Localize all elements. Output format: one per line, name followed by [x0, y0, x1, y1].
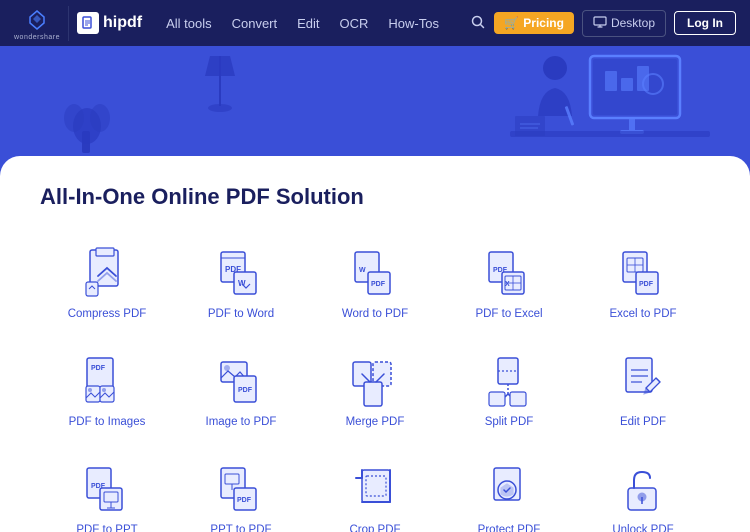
- pdf-to-excel-icon: PDF X: [482, 246, 536, 300]
- edit-pdf-icon: [616, 354, 670, 408]
- word-to-pdf-icon: W PDF: [348, 246, 402, 300]
- nav-how-tos[interactable]: How-Tos: [388, 16, 439, 31]
- nav-right: 🛒 Pricing Desktop Log In: [470, 10, 736, 37]
- svg-text:W: W: [359, 267, 366, 274]
- unlock-pdf-icon: [616, 462, 670, 516]
- tool-edit-pdf[interactable]: Edit PDF: [576, 342, 710, 440]
- desktop-label: Desktop: [611, 16, 655, 30]
- svg-text:PDF: PDF: [639, 281, 654, 288]
- tool-crop-pdf[interactable]: Crop PDF: [308, 450, 442, 532]
- protect-pdf-icon: [482, 462, 536, 516]
- svg-text:PDF: PDF: [371, 281, 386, 288]
- tool-split-pdf[interactable]: Split PDF: [442, 342, 576, 440]
- tool-unlock-pdf[interactable]: Unlock PDF: [576, 450, 710, 532]
- main-content: All-In-One Online PDF Solution Compress …: [0, 156, 750, 532]
- pricing-label: Pricing: [523, 16, 564, 30]
- pdf-to-excel-label: PDF to Excel: [475, 308, 542, 320]
- wondershare-logo[interactable]: wondershare: [14, 6, 69, 41]
- image-to-pdf-icon: PDF: [214, 354, 268, 408]
- split-pdf-label: Split PDF: [485, 416, 534, 428]
- plant-decoration: [60, 76, 115, 156]
- tool-protect-pdf[interactable]: Protect PDF: [442, 450, 576, 532]
- tool-ppt-to-pdf[interactable]: PDF PPT to PDF: [174, 450, 308, 532]
- nav-links: All tools Convert Edit OCR How-Tos: [166, 16, 470, 31]
- nav-ocr[interactable]: OCR: [340, 16, 369, 31]
- tool-excel-to-pdf[interactable]: PDF Excel to PDF: [576, 234, 710, 332]
- hipdf-text: hipdf: [103, 14, 142, 32]
- cart-icon: 🛒: [504, 16, 519, 30]
- pdf-to-ppt-icon: PDF: [80, 462, 134, 516]
- pdf-to-word-label: PDF to Word: [208, 308, 274, 320]
- ppt-to-pdf-icon: PDF: [214, 462, 268, 516]
- pdf-to-ppt-label: PDF to PPT: [76, 524, 137, 532]
- pdf-to-images-icon: PDF: [80, 354, 134, 408]
- lamp-decoration: [200, 56, 240, 116]
- nav-edit[interactable]: Edit: [297, 16, 319, 31]
- tools-grid: Compress PDF PDF W PDF to Word W PDF Wor…: [40, 234, 710, 532]
- image-to-pdf-label: Image to PDF: [206, 416, 277, 428]
- tool-pdf-to-word[interactable]: PDF W PDF to Word: [174, 234, 308, 332]
- word-to-pdf-label: Word to PDF: [342, 308, 408, 320]
- tool-word-to-pdf[interactable]: W PDF Word to PDF: [308, 234, 442, 332]
- desk-decoration: [450, 46, 730, 156]
- pricing-button[interactable]: 🛒 Pricing: [494, 12, 574, 34]
- navbar: wondershare hipdf All tools Convert Edit…: [0, 0, 750, 46]
- tool-image-to-pdf[interactable]: PDF Image to PDF: [174, 342, 308, 440]
- crop-pdf-label: Crop PDF: [349, 524, 400, 532]
- svg-text:X: X: [505, 281, 510, 288]
- nav-all-tools[interactable]: All tools: [166, 16, 212, 31]
- login-button[interactable]: Log In: [674, 11, 736, 35]
- pdf-to-word-icon: PDF W: [214, 246, 268, 300]
- merge-pdf-icon: [348, 354, 402, 408]
- tool-compress-pdf[interactable]: Compress PDF: [40, 234, 174, 332]
- tool-pdf-to-ppt[interactable]: PDF PDF to PPT: [40, 450, 174, 532]
- page-title: All-In-One Online PDF Solution: [40, 184, 710, 210]
- hero-section: [0, 46, 750, 156]
- merge-pdf-label: Merge PDF: [346, 416, 405, 428]
- hipdf-logo[interactable]: hipdf: [77, 12, 142, 34]
- pdf-to-images-label: PDF to Images: [69, 416, 146, 428]
- ws-icon: [23, 6, 51, 34]
- edit-pdf-label: Edit PDF: [620, 416, 666, 428]
- wondershare-text: wondershare: [14, 34, 60, 41]
- crop-pdf-icon: [348, 462, 402, 516]
- desktop-button[interactable]: Desktop: [582, 10, 666, 37]
- desktop-icon: [593, 15, 607, 32]
- unlock-pdf-label: Unlock PDF: [612, 524, 673, 532]
- compress-pdf-label: Compress PDF: [68, 308, 147, 320]
- ppt-to-pdf-label: PPT to PDF: [210, 524, 271, 532]
- excel-to-pdf-icon: PDF: [616, 246, 670, 300]
- nav-convert[interactable]: Convert: [232, 16, 278, 31]
- excel-to-pdf-label: Excel to PDF: [609, 308, 676, 320]
- hero-decorations: [0, 46, 750, 156]
- protect-pdf-label: Protect PDF: [478, 524, 541, 532]
- hipdf-icon-badge: [77, 12, 99, 34]
- split-pdf-icon: [482, 354, 536, 408]
- svg-text:PDF: PDF: [237, 497, 252, 504]
- search-icon[interactable]: [470, 14, 486, 33]
- tool-pdf-to-images[interactable]: PDF PDF to Images: [40, 342, 174, 440]
- tool-merge-pdf[interactable]: Merge PDF: [308, 342, 442, 440]
- compress-pdf-icon: [80, 246, 134, 300]
- tool-pdf-to-excel[interactable]: PDF X PDF to Excel: [442, 234, 576, 332]
- logo-area: wondershare hipdf: [14, 6, 160, 41]
- svg-text:PDF: PDF: [238, 387, 253, 394]
- svg-text:PDF: PDF: [91, 365, 106, 372]
